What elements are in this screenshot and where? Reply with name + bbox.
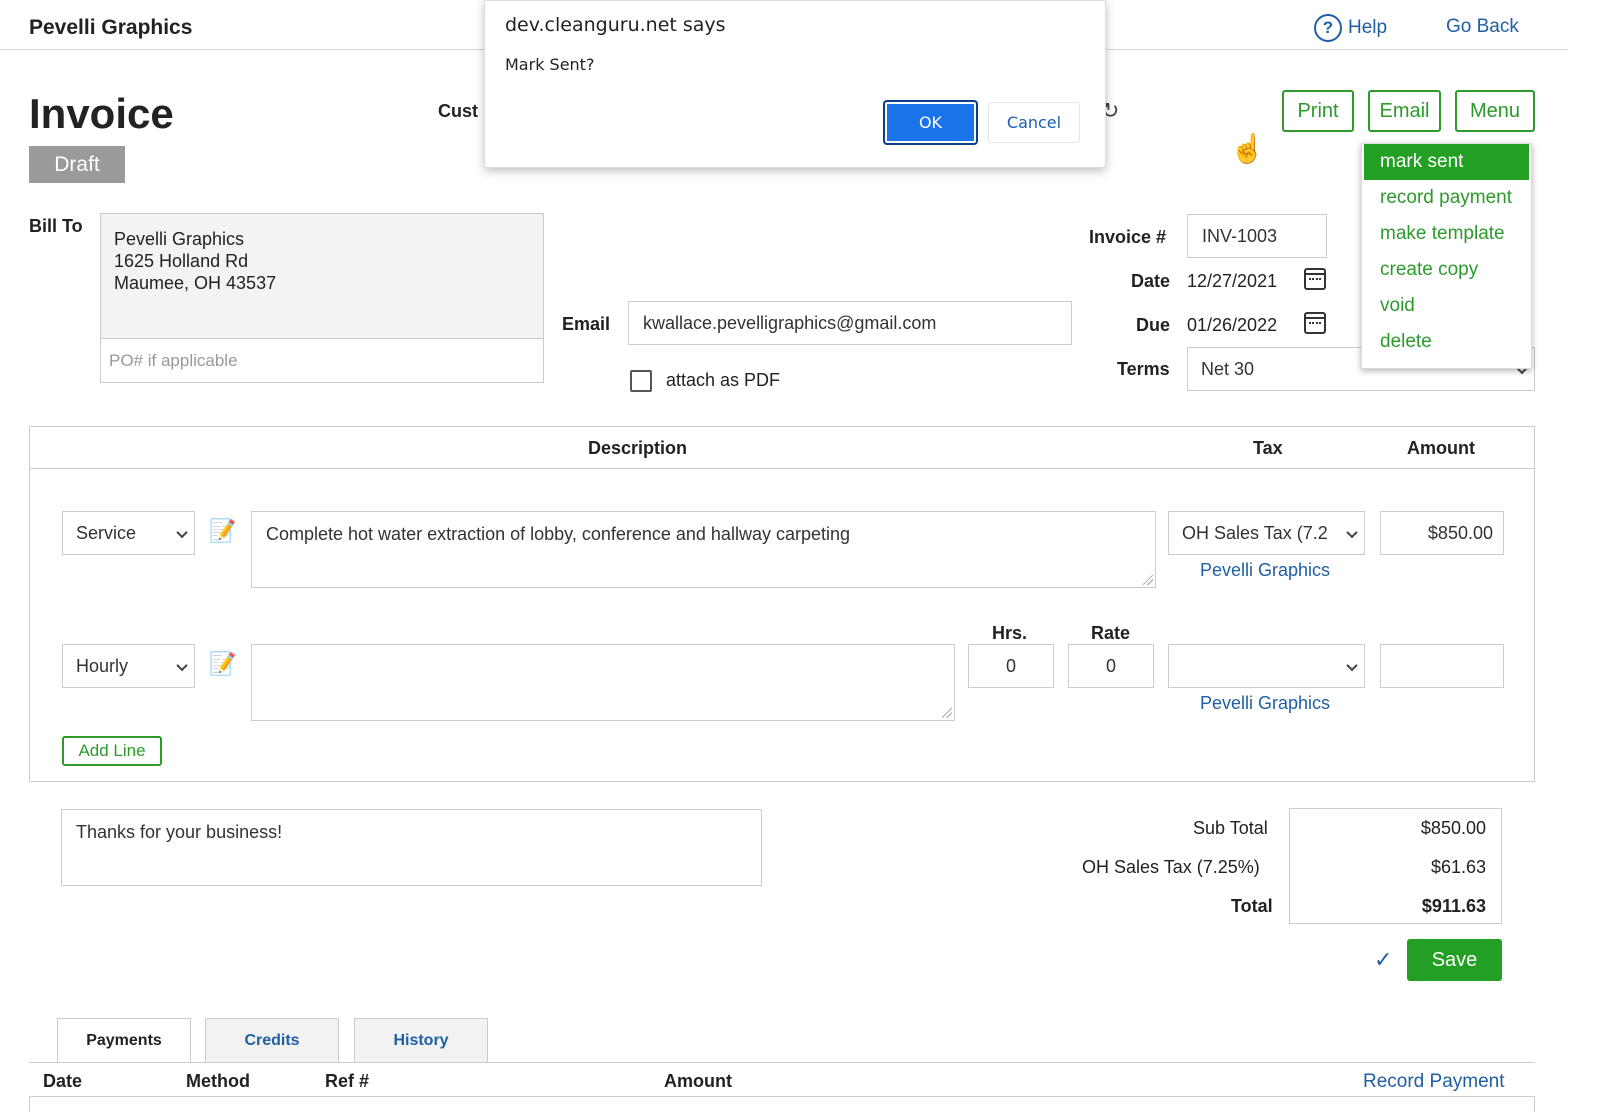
payments-amount-header: Amount xyxy=(664,1071,732,1091)
brand-name: Pevelli Graphics xyxy=(29,16,193,39)
hand-cursor-icon: ☝ xyxy=(1230,133,1265,164)
calendar-icon[interactable] xyxy=(1304,312,1326,334)
address-line: Maumee, OH 43537 xyxy=(114,273,277,293)
resize-handle-icon[interactable] xyxy=(1143,575,1153,585)
tab-payments[interactable]: Payments xyxy=(57,1018,191,1063)
table-header xyxy=(29,426,1535,469)
tab-credits[interactable]: Credits xyxy=(205,1018,339,1062)
line-description-input[interactable] xyxy=(251,644,955,721)
terms-label: Terms xyxy=(1117,359,1170,379)
chevron-down-icon xyxy=(176,526,188,539)
po-number-input[interactable]: PO# if applicable xyxy=(100,338,544,383)
hours-input[interactable]: 0 xyxy=(968,644,1054,688)
line-type-select[interactable]: Hourly xyxy=(62,644,195,688)
help-icon: ? xyxy=(1314,14,1342,42)
due-date-value[interactable]: 01/26/2022 xyxy=(1187,315,1277,336)
subtotal-value: $850.00 xyxy=(1420,818,1486,838)
rate-input[interactable]: 0 xyxy=(1068,644,1154,688)
line-type-select[interactable]: Service xyxy=(62,511,195,555)
menu-item-mark-sent[interactable]: mark sent xyxy=(1364,144,1529,180)
note-add-icon[interactable]: 📝 xyxy=(209,651,236,677)
menu-item-record-payment[interactable]: record payment xyxy=(1362,180,1531,216)
terms-value: Net 30 xyxy=(1201,358,1255,379)
date-label: Date xyxy=(1131,271,1171,291)
dialog-cancel-button[interactable]: Cancel xyxy=(988,102,1080,143)
chevron-down-icon xyxy=(176,659,188,672)
line-description-text: Complete hot water extraction of lobby, … xyxy=(266,524,850,544)
menu-item-create-copy[interactable]: create copy xyxy=(1362,252,1531,288)
tax-total-label: OH Sales Tax (7.25%) xyxy=(1082,857,1260,877)
due-label: Due xyxy=(1136,315,1171,335)
menu-item-void[interactable]: void xyxy=(1362,288,1531,324)
payments-table xyxy=(29,1096,1535,1112)
payments-ref-header: Ref # xyxy=(325,1071,370,1091)
subtotal-label: Sub Total xyxy=(1193,818,1268,838)
amount-header: Amount xyxy=(1407,438,1475,458)
add-line-button[interactable]: Add Line xyxy=(62,736,162,766)
hours-header: Hrs. xyxy=(992,623,1028,643)
email-label: Email xyxy=(562,314,611,334)
resize-handle-icon[interactable] xyxy=(942,708,952,718)
invoice-number-input[interactable]: INV-1003 xyxy=(1187,214,1327,258)
help-link[interactable]: ? Help xyxy=(1314,14,1387,42)
invoice-number-label: Invoice # xyxy=(1089,227,1167,247)
email-input[interactable]: kwallace.pevelligraphics@gmail.com xyxy=(628,301,1072,345)
menu-button[interactable]: Menu xyxy=(1455,90,1535,132)
help-label: Help xyxy=(1348,17,1388,38)
note-add-icon[interactable]: 📝 xyxy=(209,518,236,544)
tax-agency-link[interactable]: Pevelli Graphics xyxy=(1200,560,1330,581)
footer-note-text: Thanks for your business! xyxy=(76,822,283,842)
rate-header: Rate xyxy=(1091,623,1131,643)
tax-select[interactable]: OH Sales Tax (7.2 xyxy=(1168,511,1365,555)
chevron-down-icon xyxy=(1346,659,1358,672)
save-button[interactable]: Save xyxy=(1407,939,1502,981)
tax-value: OH Sales Tax (7.2 xyxy=(1182,522,1328,543)
status-badge: Draft xyxy=(29,146,125,183)
total-value: $911.63 xyxy=(1421,896,1486,916)
attach-pdf-label: attach as PDF xyxy=(666,370,781,390)
line-description-input[interactable]: Complete hot water extraction of lobby, … xyxy=(251,511,1156,588)
amount-input[interactable] xyxy=(1380,644,1504,688)
attach-pdf-checkbox[interactable] xyxy=(630,370,652,392)
tax-agency-link[interactable]: Pevelli Graphics xyxy=(1200,693,1330,714)
dialog-ok-button[interactable]: OK xyxy=(883,100,978,145)
payments-method-header: Method xyxy=(186,1071,250,1091)
payments-date-header: Date xyxy=(43,1071,83,1091)
line-items-table xyxy=(29,426,1535,782)
bill-to-label: Bill To xyxy=(29,216,83,236)
chevron-down-icon xyxy=(1346,526,1358,539)
dialog-title: dev.cleanguru.net says xyxy=(505,14,726,36)
total-label: Total xyxy=(1231,896,1273,916)
menu-item-make-template[interactable]: make template xyxy=(1362,216,1531,252)
checkmark-icon: ✓ xyxy=(1374,947,1393,972)
tabs-divider xyxy=(29,1062,1535,1063)
tax-total-value: $61.63 xyxy=(1430,857,1486,877)
footer-note-input[interactable]: Thanks for your business! xyxy=(61,809,762,886)
amount-input[interactable]: $850.00 xyxy=(1380,511,1504,555)
print-button[interactable]: Print xyxy=(1282,90,1354,132)
tax-header: Tax xyxy=(1253,438,1283,458)
record-payment-link[interactable]: Record Payment xyxy=(1363,1071,1505,1093)
date-value[interactable]: 12/27/2021 xyxy=(1187,271,1277,292)
calendar-icon[interactable] xyxy=(1304,268,1326,290)
page-title: Invoice xyxy=(29,90,174,137)
line-type-value: Hourly xyxy=(76,655,129,676)
customer-label: Cust xyxy=(438,101,478,121)
menu-dropdown: mark sent record payment make template c… xyxy=(1361,143,1532,369)
email-button[interactable]: Email xyxy=(1368,90,1441,132)
description-header: Description xyxy=(588,438,688,458)
tax-select[interactable] xyxy=(1168,644,1365,688)
line-type-value: Service xyxy=(76,522,137,543)
address-line: Pevelli Graphics xyxy=(114,229,245,249)
bill-to-address: Pevelli Graphics 1625 Holland Rd Maumee,… xyxy=(114,228,276,294)
go-back-link[interactable]: Go Back xyxy=(1446,16,1519,38)
dialog-message: Mark Sent? xyxy=(505,55,595,74)
menu-item-delete[interactable]: delete xyxy=(1362,324,1531,360)
tab-history[interactable]: History xyxy=(354,1018,488,1062)
address-line: 1625 Holland Rd xyxy=(114,251,249,271)
